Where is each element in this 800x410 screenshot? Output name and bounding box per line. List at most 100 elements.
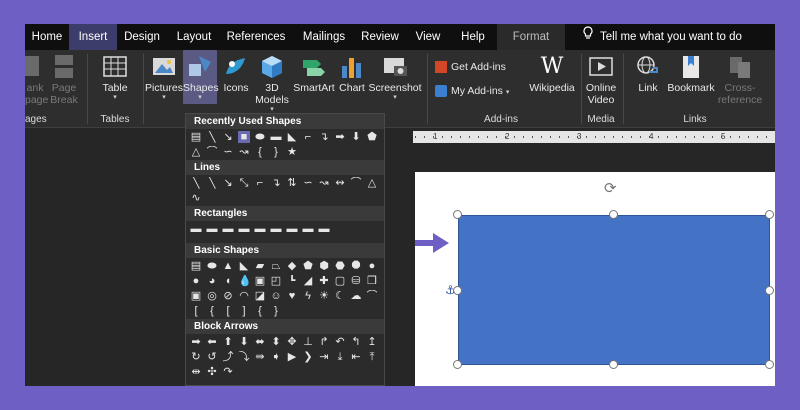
resize-handle[interactable] (609, 360, 618, 369)
text-box-shape[interactable]: ▤ (190, 131, 202, 143)
down-arrow-callout-shape[interactable]: ⤓ (334, 351, 346, 363)
chord-shape[interactable]: ◖ (222, 275, 234, 287)
double-arrow-line-shape[interactable]: ⤡ (238, 177, 250, 189)
curved-arrow-shape[interactable]: ↝ (238, 146, 250, 158)
left-up-arrow-shape[interactable]: ↰ (350, 336, 362, 348)
curved-down-arrow-shape[interactable]: ⤵ (238, 351, 250, 363)
quad-arrow-shape[interactable]: ✥ (286, 336, 298, 348)
resize-handle[interactable] (609, 210, 618, 219)
curve-shape[interactable]: ⌒ (350, 177, 362, 189)
curve-shape[interactable]: ⌒ (206, 146, 218, 158)
tab-design[interactable]: Design (117, 24, 167, 50)
up-arrow-shape[interactable]: ⬆ (222, 336, 234, 348)
tab-insert[interactable]: Insert (69, 24, 117, 50)
notched-right-arrow-shape[interactable]: ➧ (270, 351, 282, 363)
striped-right-arrow-shape[interactable]: ⇛ (254, 351, 266, 363)
screenshot-button[interactable]: Screenshot ▾ (367, 50, 423, 102)
trapezoid-shape[interactable]: ⏢ (270, 260, 282, 272)
chart-button[interactable]: Chart (337, 50, 367, 94)
pictures-button[interactable]: Pictures ▾ (145, 50, 183, 102)
tab-review[interactable]: Review (357, 24, 403, 50)
up-arrow-callout-shape[interactable]: ⤒ (366, 351, 378, 363)
arrow-line-shape[interactable]: ↘ (222, 131, 234, 143)
snip-rectangle-option[interactable]: ▬ (254, 223, 266, 235)
tab-mailings[interactable]: Mailings (291, 24, 357, 50)
parallelogram-shape[interactable]: ▰ (254, 260, 266, 272)
curved-left-arrow-shape[interactable]: ↺ (206, 351, 218, 363)
cloud-shape[interactable]: ☁ (350, 290, 362, 302)
scribble-shape[interactable]: ∿ (190, 192, 202, 204)
snip-rectangle-option[interactable]: ▬ (222, 223, 234, 235)
moon-shape[interactable]: ☾ (334, 290, 346, 302)
rotate-handle-icon[interactable]: ⟳ (604, 179, 617, 197)
diamond-shape[interactable]: ◆ (286, 260, 298, 272)
right-arrow-shape[interactable]: ➡ (334, 131, 346, 143)
bevel-shape[interactable]: ▣ (190, 290, 202, 302)
triangle-shape[interactable]: △ (190, 146, 202, 158)
online-video-button[interactable]: Online Video (583, 50, 619, 106)
right-arrow-callout-shape[interactable]: ⇥ (318, 351, 330, 363)
donut-shape[interactable]: ◎ (206, 290, 218, 302)
left-arrow-shape[interactable]: ⬅ (206, 336, 218, 348)
left-arrow-callout-shape[interactable]: ⇤ (350, 351, 362, 363)
round-rectangle-option[interactable]: ▬ (286, 223, 298, 235)
pentagon-shape[interactable]: ⬟ (366, 131, 378, 143)
elbow-arrow-shape[interactable]: ↴ (318, 131, 330, 143)
down-arrow-shape[interactable]: ⬇ (238, 336, 250, 348)
diagonal-stripe-shape[interactable]: ◢ (302, 275, 314, 287)
rectangle-shape[interactable] (458, 215, 770, 365)
curved-connector-shape[interactable]: ∽ (222, 146, 234, 158)
my-addins-button[interactable]: My Add-ins ▾ (435, 82, 509, 100)
resize-handle[interactable] (765, 360, 774, 369)
down-arrow-shape[interactable]: ⬇ (350, 131, 362, 143)
half-frame-shape[interactable]: ◰ (270, 275, 282, 287)
resize-handle[interactable] (453, 360, 462, 369)
double-brace-shape[interactable]: { (206, 305, 218, 317)
smiley-face-shape[interactable]: ☺ (270, 290, 282, 302)
left-right-arrow-callout-shape[interactable]: ⇹ (190, 366, 202, 378)
no-symbol-shape[interactable]: ⊘ (222, 290, 234, 302)
rounded-rectangle-option[interactable]: ▬ (206, 223, 218, 235)
folded-corner-shape[interactable]: ◪ (254, 290, 266, 302)
resize-handle[interactable] (765, 286, 774, 295)
resize-handle[interactable] (765, 210, 774, 219)
line-shape[interactable]: ╲ (206, 177, 218, 189)
shapes-button[interactable]: Shapes ▾ (183, 50, 219, 104)
can-shape[interactable]: ⛁ (350, 275, 362, 287)
cube-shape[interactable]: ❒ (366, 275, 378, 287)
freeform-shape[interactable]: △ (366, 177, 378, 189)
line-shape[interactable]: ╲ (190, 177, 202, 189)
elbow-double-arrow-shape[interactable]: ⇅ (286, 177, 298, 189)
rounded-rectangle-shape[interactable]: ▬ (270, 131, 282, 143)
decagon-shape[interactable]: ● (366, 260, 378, 272)
round-rectangle-option[interactable]: ▬ (318, 223, 330, 235)
tab-layout[interactable]: Layout (167, 24, 221, 50)
tab-home[interactable]: Home (25, 24, 69, 50)
elbow-connector-shape[interactable]: ⌐ (302, 131, 314, 143)
heptagon-shape[interactable]: ⬣ (334, 260, 346, 272)
quad-arrow-callout-shape[interactable]: ✣ (206, 366, 218, 378)
text-box-shape[interactable]: ▤ (190, 260, 202, 272)
left-brace-shape[interactable]: { (254, 305, 266, 317)
arrow-line-shape[interactable]: ↘ (222, 177, 234, 189)
curved-connector-shape[interactable]: ∽ (302, 177, 314, 189)
up-down-arrow-shape[interactable]: ⬍ (270, 336, 282, 348)
3d-models-button[interactable]: 3D Models ▾ (253, 50, 291, 114)
right-triangle-shape[interactable]: ◣ (238, 260, 250, 272)
elbow-connector-shape[interactable]: ⌐ (254, 177, 266, 189)
left-right-arrow-shape[interactable]: ⬌ (254, 336, 266, 348)
teardrop-shape[interactable]: 💧 (238, 275, 250, 287)
curved-right-arrow-shape[interactable]: ↻ (190, 351, 202, 363)
tell-me-search[interactable]: Tell me what you want to do (580, 24, 742, 50)
chevron-shape[interactable]: ❯ (302, 351, 314, 363)
bent-up-arrow-shape[interactable]: ↥ (366, 336, 378, 348)
plaque-shape[interactable]: ▢ (334, 275, 346, 287)
right-brace-shape[interactable]: } (270, 146, 282, 158)
cross-shape[interactable]: ✚ (318, 275, 330, 287)
tab-format[interactable]: Format (497, 24, 565, 50)
pentagon-arrow-shape[interactable]: ▶ (286, 351, 298, 363)
right-bracket-shape[interactable]: ] (238, 305, 250, 317)
dodecagon-shape[interactable]: ● (190, 275, 202, 287)
link-button[interactable]: Link (631, 50, 665, 94)
wikipedia-button[interactable]: W Wikipedia (525, 50, 579, 94)
